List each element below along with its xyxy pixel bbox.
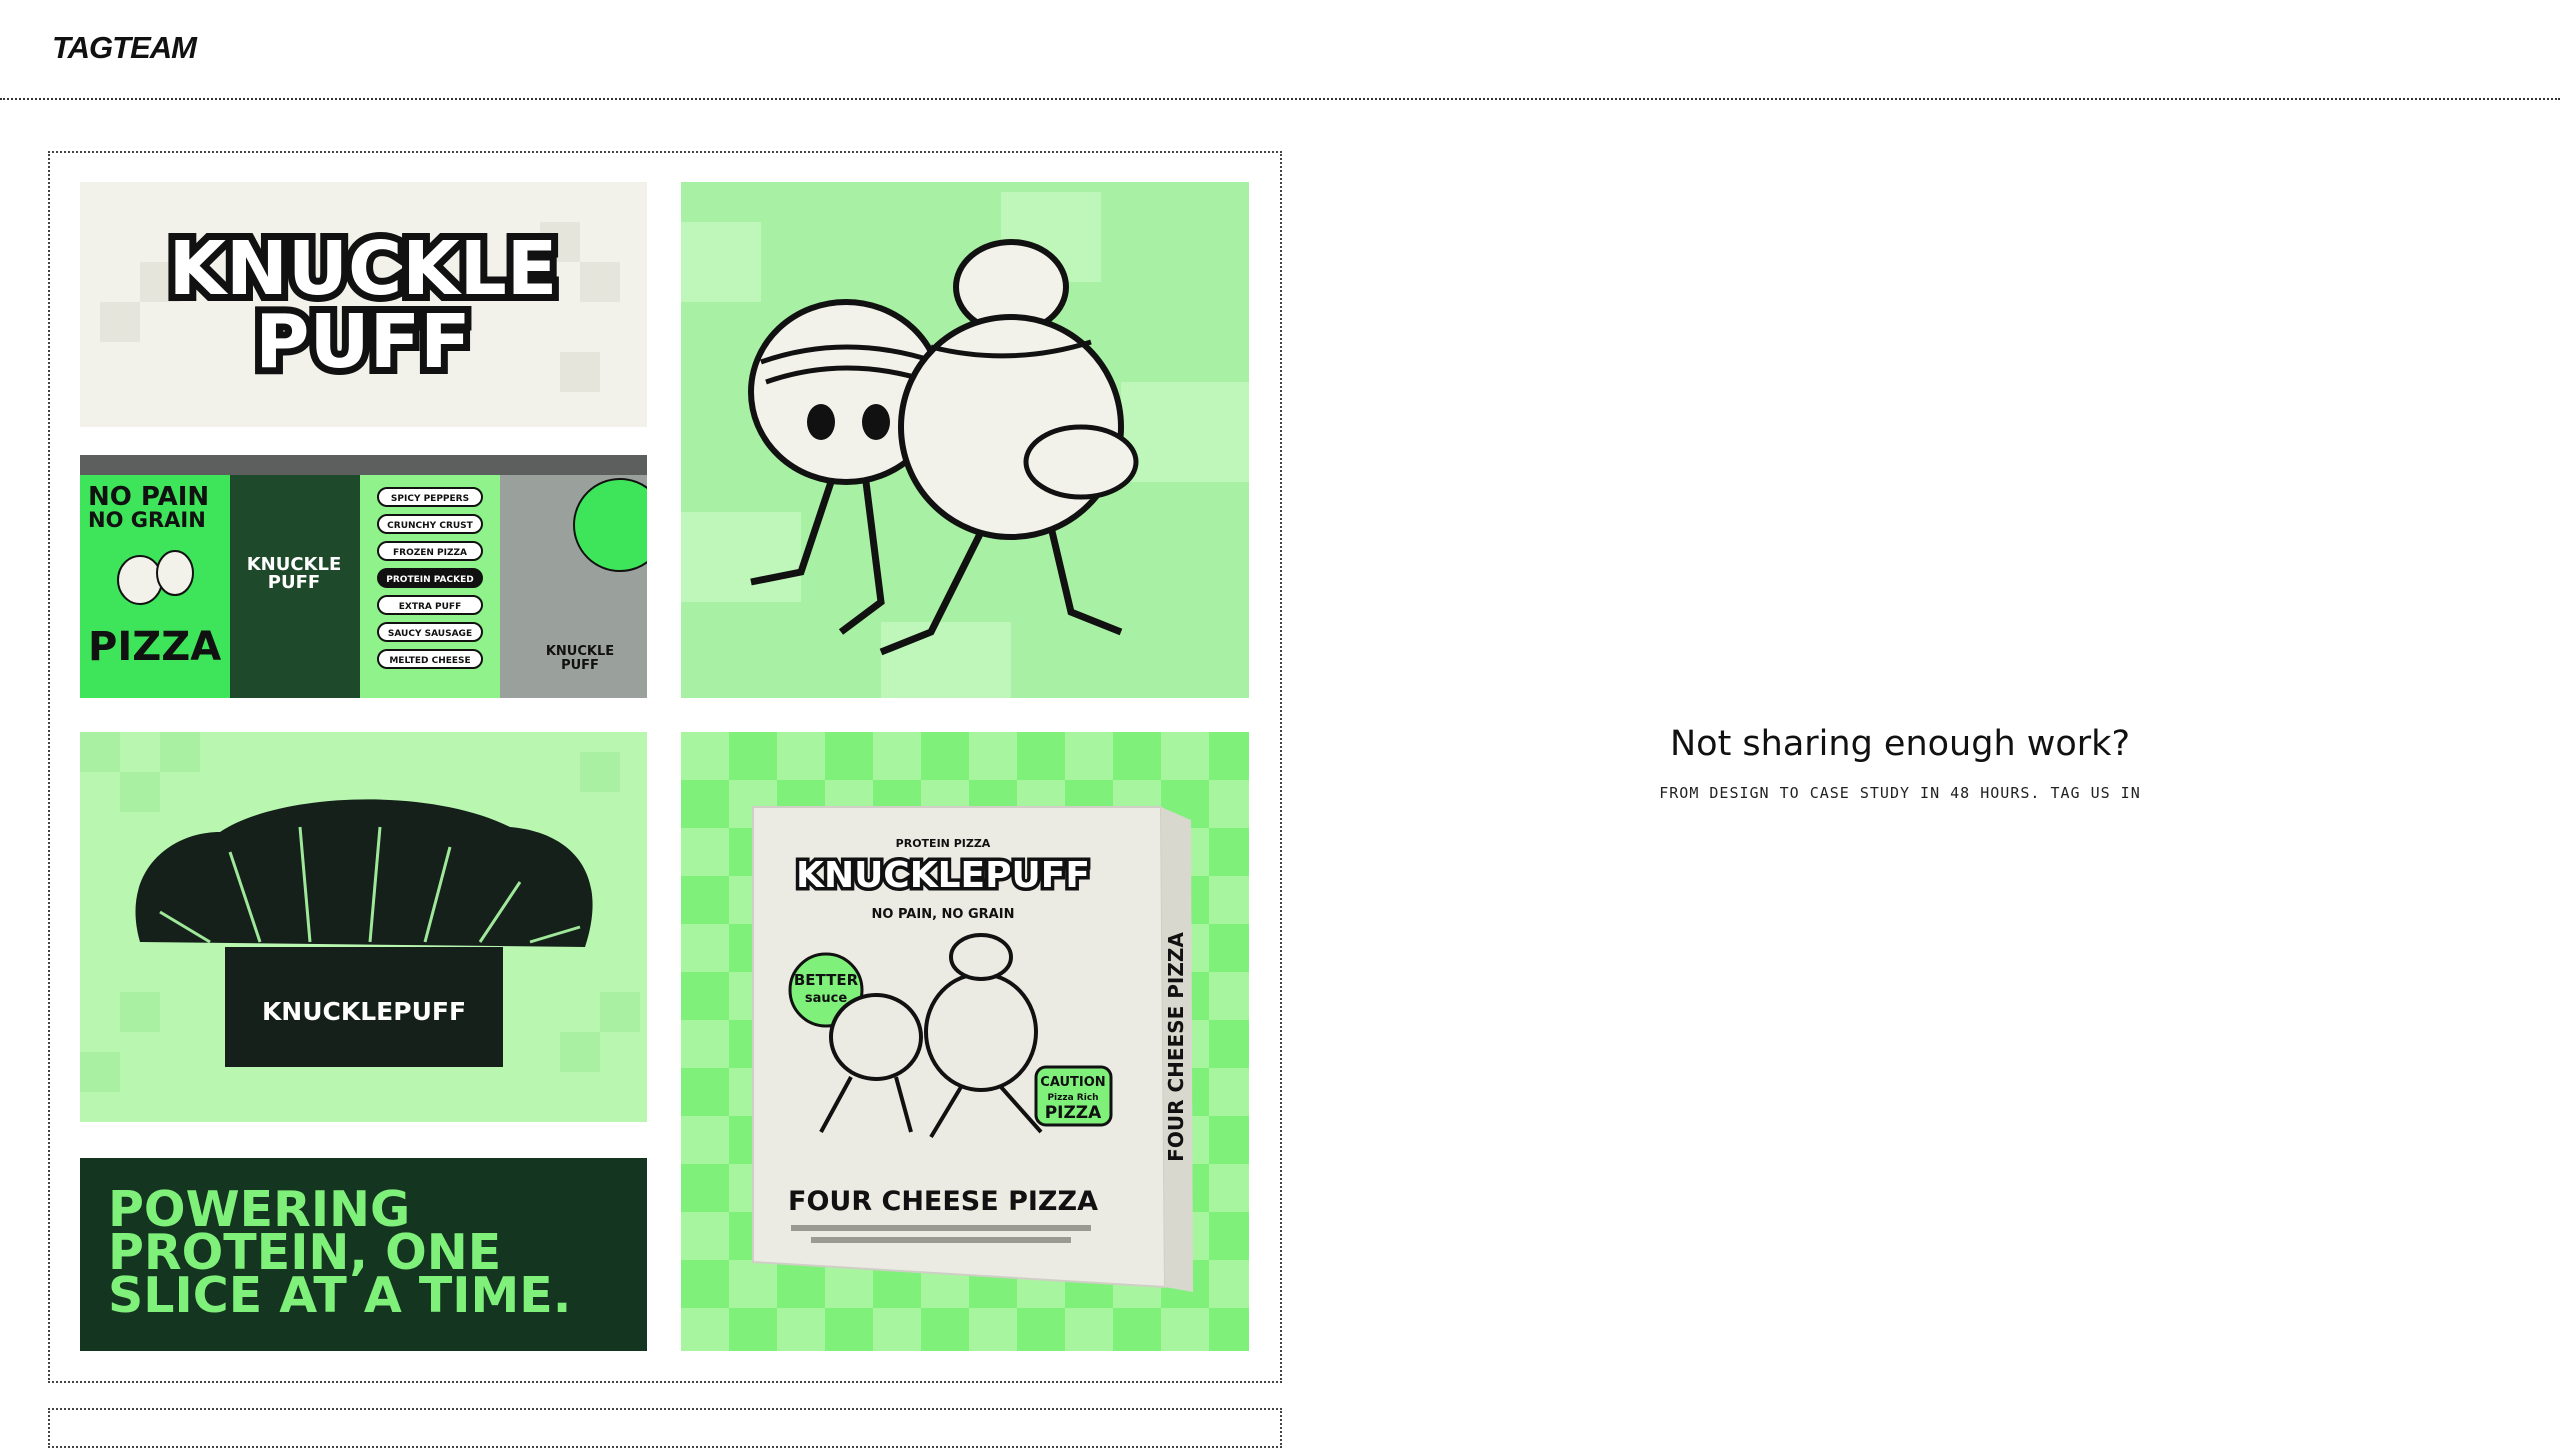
box-side-label: FOUR CHEESE PIZZA [1164,932,1188,1162]
checker-square [681,1116,729,1164]
box-badge-1: BETTER [794,971,859,989]
checker-square [681,732,729,780]
checker-square [777,732,825,780]
box-kicker: PROTEIN PIZZA [896,837,991,850]
chef-hat-tile: KNUCKLEPUFF [80,732,647,1122]
tagline-line-3: SLICE AT A TIME. [108,1267,571,1324]
tagline-tile: POWERING PROTEIN, ONE SLICE AT A TIME. [80,1158,647,1351]
checker-square [1161,1308,1209,1351]
checker-square [681,828,729,876]
characters-tile [681,182,1249,698]
chef-hat-label: KNUCKLEPUFF [262,997,466,1026]
box-caution-3: PIZZA [1045,1103,1102,1123]
logo-tile: KNUCKLE PUFF [80,182,647,427]
promo-subline: FROM DESIGN TO CASE STUDY IN 48 HOURS. T… [1659,784,2141,802]
box-product-name: FOUR CHEESE PIZZA [788,1186,1098,1217]
billboard-corner-brand-1: KNUCKLE [546,644,614,659]
pizza-box-tile: PROTEIN PIZZA KNUCKLEPUFF NO PAIN, NO GR… [681,732,1249,1351]
checker-square [681,924,729,972]
billboard-tag: SPICY PEPPERS [391,494,469,504]
top-bar: TAGTEAM [0,0,2560,100]
box-caution-1: CAUTION [1040,1075,1105,1090]
billboard-tag: FROZEN PIZZA [393,548,467,558]
checker-square [873,1308,921,1351]
box-caution-2: Pizza Rich [1047,1093,1098,1103]
billboard-tag: PROTEIN PACKED [386,575,473,585]
checker-square [681,1212,729,1260]
checker-square [1161,732,1209,780]
brand-logo[interactable]: TAGTEAM [52,30,197,66]
checker-square [729,1260,777,1308]
checker-square [777,1308,825,1351]
billboard-corner-brand-2: PUFF [561,658,599,673]
billboard-tag: MELTED CHEESE [389,656,470,666]
checker-square [1209,876,1249,924]
box-badge-2: sauce [805,991,847,1006]
billboard-tag: EXTRA PUFF [399,602,461,612]
checker-square [1209,780,1249,828]
checker-square [969,1308,1017,1351]
billboard-tag: SAUCY SAUSAGE [388,629,472,639]
checker-square [873,732,921,780]
billboard-tile: NO PAIN NO GRAIN PIZZA KNUCKLE PUFF SPIC… [80,455,647,698]
box-brand: KNUCKLEPUFF [796,855,1090,896]
billboard-brand-2: PUFF [268,572,320,593]
checker-square [1065,1308,1113,1351]
billboard-tag: CRUNCHY CRUST [387,521,473,531]
logo-line-2: PUFF [255,299,470,385]
box-subtitle: NO PAIN, NO GRAIN [872,907,1015,922]
checker-square [1209,972,1249,1020]
billboard-pizza: PIZZA [88,624,221,670]
billboard-slogan-2: NO GRAIN [88,508,206,532]
next-project-card[interactable] [48,1408,1282,1448]
checker-square [969,732,1017,780]
promo-headline: Not sharing enough work? [1669,724,2131,764]
checker-square [1209,1164,1249,1212]
checker-square [1209,1260,1249,1308]
checker-square [1065,732,1113,780]
checker-square [681,1308,729,1351]
checker-square [1209,1068,1249,1116]
checker-square [681,1020,729,1068]
